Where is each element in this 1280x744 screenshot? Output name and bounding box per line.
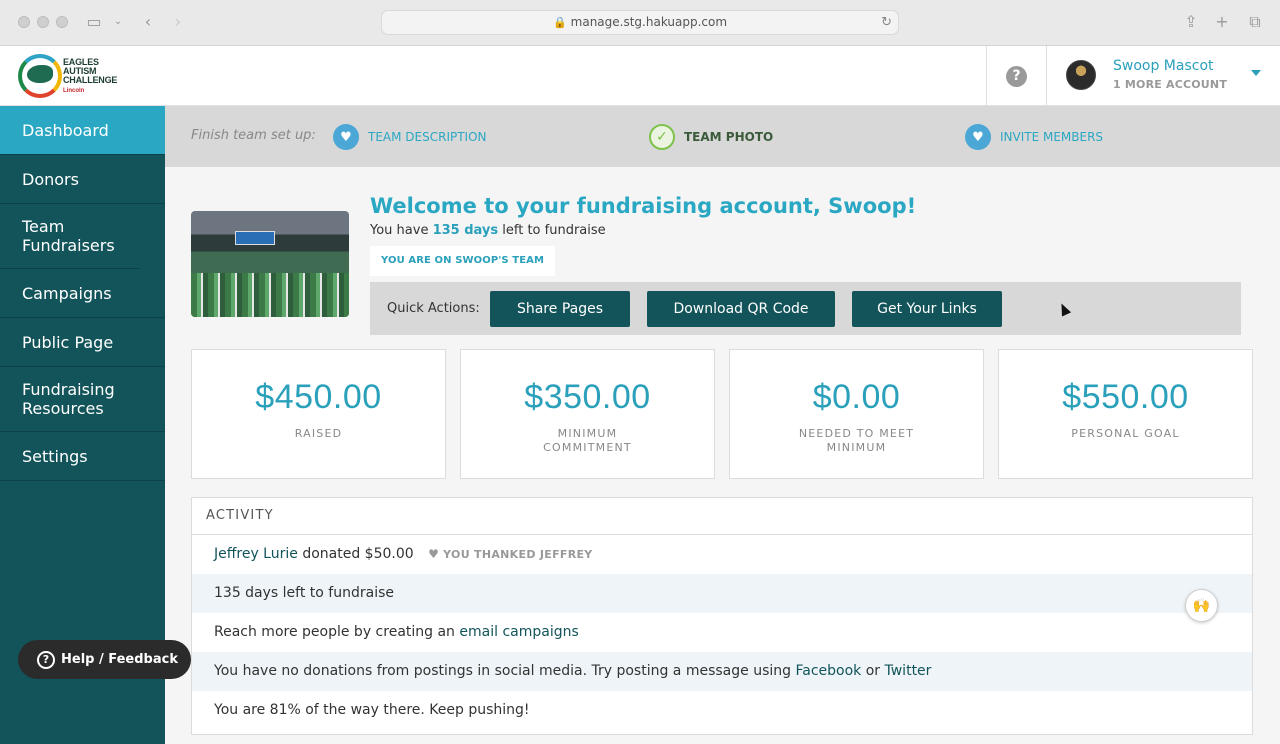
new-tab-icon[interactable]: + [1212,12,1232,32]
back-icon[interactable]: ‹ [138,12,158,32]
url-text: manage.stg.hakuapp.com [570,15,728,29]
stat-label: MINIMUM COMMITMENT [543,427,632,454]
email-campaigns-link[interactable]: email campaigns [459,624,578,640]
stat-label: RAISED [294,427,343,440]
app-header: EAGLES AUTISM CHALLENGE Lincoln ? Swoop … [0,46,1280,106]
stadium-screen [235,231,275,245]
donor-link[interactable]: Jeffrey Lurie [214,546,298,562]
stat-value: $550.00 [1062,378,1189,416]
stat-value: $450.00 [255,378,382,416]
quick-actions-bar: Quick Actions: Share Pages Download QR C… [370,282,1241,335]
dashboard-main: Welcome to your fundraising account, Swo… [165,167,1280,744]
forward-icon[interactable]: › [168,12,188,32]
logo-text: EAGLES AUTISM CHALLENGE [63,57,118,85]
twitter-link[interactable]: Twitter [885,663,932,679]
team-photo[interactable] [191,211,349,317]
share-pages-button[interactable]: Share Pages [490,291,630,327]
facebook-link[interactable]: Facebook [795,663,861,679]
minimize-window-button[interactable] [37,16,49,28]
setup-step-team-description[interactable]: ♥ TEAM DESCRIPTION [333,124,487,150]
avatar[interactable] [1066,60,1096,90]
tabs-overview-icon[interactable]: ⧉ [1245,12,1265,32]
setup-label: Finish team set up: [191,128,316,143]
chevron-down-icon[interactable]: ⌄ [108,12,128,32]
account-dropdown-icon[interactable] [1251,70,1261,76]
stat-personal-goal: $550.00 PERSONAL GOAL [998,349,1253,479]
eagle-icon [27,65,53,83]
heart-icon: ♥ [333,124,359,150]
activity-row-social: You have no donations from postings in s… [192,652,1252,691]
stat-minimum-commitment: $350.00 MINIMUM COMMITMENT [460,349,715,479]
sidebar-toggle-icon[interactable]: ▭ [84,12,104,32]
sidebar-item-campaigns[interactable]: Campaigns [0,269,165,318]
reload-icon[interactable]: ↻ [881,11,892,34]
activity-row-progress: You are 81% of the way there. Keep pushi… [214,702,530,718]
stat-label: PERSONAL GOAL [1071,427,1180,440]
help-feedback-button[interactable]: ? Help / Feedback [18,640,191,679]
more-accounts-label[interactable]: 1 MORE ACCOUNT [1113,78,1227,91]
activity-row-donation: Jeffrey Lurie donated $50.00 ♥ YOU THANKE… [214,546,593,562]
quick-actions-label: Quick Actions: [387,301,480,316]
welcome-title: Welcome to your fundraising account, Swo… [370,194,917,218]
check-icon: ✓ [649,124,675,150]
stat-needed-to-meet-minimum: $0.00 NEEDED TO MEET MINIMUM [729,349,984,479]
eagles-autism-challenge-logo[interactable]: EAGLES AUTISM CHALLENGE Lincoln [18,52,128,100]
thanked-status: ♥ YOU THANKED JEFFREY [428,547,593,561]
sponsor-logo: Lincoln [63,88,85,94]
team-badge: YOU ARE ON SWOOP'S TEAM [370,246,556,276]
address-bar[interactable]: 🔒 manage.stg.hakuapp.com ↻ [381,10,899,35]
download-qr-code-button[interactable]: Download QR Code [647,291,835,327]
zoom-window-button[interactable] [56,16,68,28]
lock-icon: 🔒 [552,16,567,29]
help-icon[interactable]: ? [1006,66,1027,87]
sidebar-item-settings[interactable]: Settings [0,432,165,481]
heart-icon: ♥ [428,547,440,561]
activity-row-email: Reach more people by creating an email c… [214,624,579,640]
chat-widget-icon[interactable]: 🙌 [1185,589,1218,622]
help-cell: ? [986,46,1047,106]
activity-header: ACTIVITY [192,498,1252,535]
sidebar-item-dashboard[interactable]: Dashboard [0,106,165,155]
days-left-line: You have 135 days left to fundraise [370,223,606,238]
stat-value: $350.00 [524,378,651,416]
get-your-links-button[interactable]: Get Your Links [852,291,1002,327]
stat-raised: $450.00 RAISED [191,349,446,479]
stat-label: NEEDED TO MEET MINIMUM [798,427,915,454]
team-setup-bar: Finish team set up: ♥ TEAM DESCRIPTION ✓… [165,106,1280,167]
sidebar-item-public-page[interactable]: Public Page [0,318,165,367]
browser-toolbar: ▭ ⌄ ‹ › 🔒 manage.stg.hakuapp.com ↻ ⇪ + ⧉ [0,0,1280,46]
sidebar-item-fundraising-resources[interactable]: Fundraising Resources [0,367,165,432]
share-icon[interactable]: ⇪ [1181,12,1201,32]
activity-row-days-left: 135 days left to fundraise [192,574,1252,613]
setup-step-invite-members[interactable]: ♥ INVITE MEMBERS [965,124,1103,150]
user-name[interactable]: Swoop Mascot [1113,58,1214,74]
setup-step-team-photo[interactable]: ✓ TEAM PHOTO [649,124,773,150]
stat-value: $0.00 [812,378,901,416]
sidebar-item-donors[interactable]: Donors [0,155,165,204]
close-window-button[interactable] [18,16,30,28]
activity-panel: ACTIVITY Jeffrey Lurie donated $50.00 ♥ Y… [191,497,1253,735]
sidebar-item-team-fundraisers[interactable]: Team Fundraisers [0,204,140,269]
heart-icon: ♥ [965,124,991,150]
question-icon: ? [37,650,55,669]
crowd [191,273,349,317]
